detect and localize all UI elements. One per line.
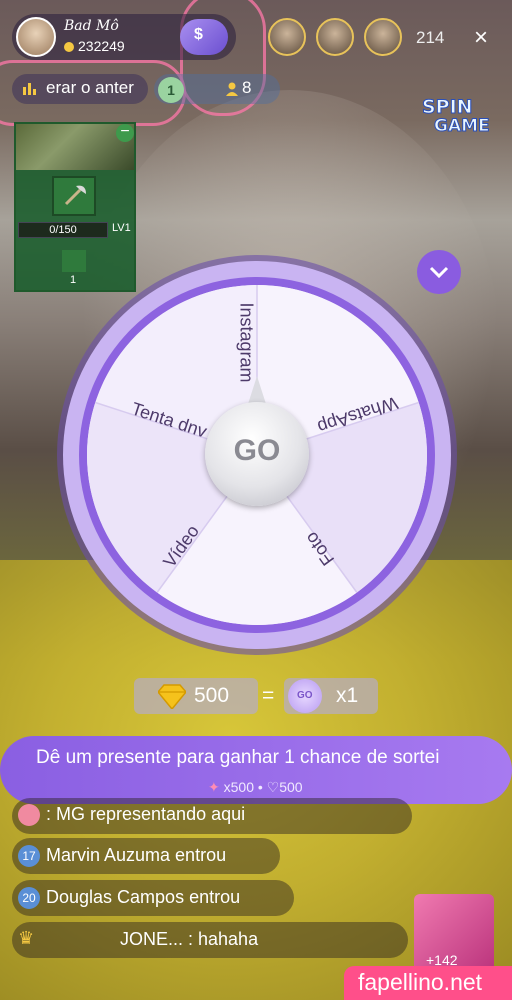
spin-logo-line2: GAME <box>434 116 491 137</box>
level-badge: 1 <box>158 77 184 103</box>
rank-text: erar o anter <box>46 78 134 97</box>
user-level-badge: 17 <box>18 845 40 867</box>
banner-subtitle: ✦ x500 • ♡500 <box>208 779 303 796</box>
minimize-icon[interactable]: − <box>116 124 134 142</box>
segment-label-instagram: Instagram <box>236 302 257 383</box>
person-icon <box>226 82 238 96</box>
equals-sign: = <box>262 684 275 707</box>
gift-icon: ✦ <box>208 779 224 795</box>
crown-icon: ♛ <box>18 928 35 948</box>
coin-icon <box>64 42 74 52</box>
game-level: LV1 <box>112 222 131 234</box>
close-icon[interactable]: × <box>474 26 488 50</box>
game-progress: 0/150 <box>18 222 108 238</box>
avatar[interactable] <box>16 17 56 57</box>
go-token-icon: GO <box>288 679 322 713</box>
watermark-text: fapellino.net <box>358 969 483 995</box>
diamond-icon <box>158 684 186 709</box>
people-count: 8 <box>242 78 252 97</box>
chat-text: JONE... : hahaha <box>120 929 259 949</box>
user-badge-icon <box>18 804 40 826</box>
viewer-count[interactable]: 214 <box>416 28 444 48</box>
watermark: fapellino.net <box>344 966 512 1000</box>
follow-button[interactable]: $ <box>180 19 228 55</box>
streamer-name: Bad Mô <box>64 18 119 34</box>
chat-text: Marvin Auzuma entrou <box>46 845 227 865</box>
banner-cost: x500 • ♡500 <box>223 779 303 795</box>
viewer-avatar[interactable] <box>364 18 402 56</box>
viewer-avatar[interactable] <box>316 18 354 56</box>
chat-text: Douglas Campos entrou <box>46 887 241 907</box>
go-token-label: GO <box>297 690 313 701</box>
coin-count: 232249 <box>64 38 125 54</box>
diamond-cost: 500 <box>194 684 230 707</box>
coin-value: 232249 <box>78 38 125 54</box>
go-label: GO <box>233 434 281 467</box>
user-level-badge: 20 <box>18 887 40 909</box>
chat-text: : MG representando aqui <box>46 804 246 824</box>
chance-count: x1 <box>336 684 359 707</box>
wheel-pointer <box>248 376 266 404</box>
spin-game-logo[interactable]: SPIN GAME <box>420 96 496 140</box>
axe-icon[interactable] <box>52 176 96 216</box>
ranking-icon <box>23 83 36 95</box>
banner-title: Dê um presente para ganhar 1 chance de s… <box>36 747 440 768</box>
spin-logo-line1: SPIN <box>422 96 474 119</box>
viewer-avatar[interactable] <box>268 18 306 56</box>
dollar-icon: $ <box>194 26 203 43</box>
